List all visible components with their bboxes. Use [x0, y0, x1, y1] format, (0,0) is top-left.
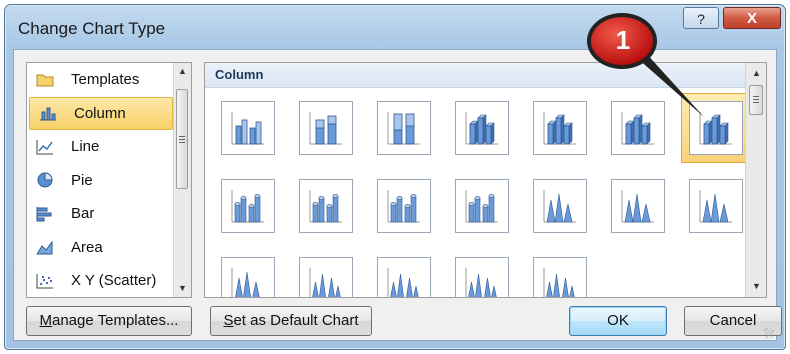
- category-scrollbar[interactable]: ▲ ▼: [173, 63, 191, 297]
- chart-subtype-clustered-column[interactable]: [213, 93, 283, 163]
- folder-icon: [35, 72, 55, 88]
- chart-category-list[interactable]: Templates Column Line Pie Bar Area X Y (Scatte…: [26, 62, 192, 298]
- 100-stacked-pyramid-icon: [455, 257, 509, 297]
- category-label: X Y (Scatter): [71, 272, 157, 290]
- change-chart-type-dialog: Change Chart Type ? X Templates Column Lin…: [4, 4, 786, 350]
- chart-subtype-stacked-cone[interactable]: [603, 171, 673, 241]
- 3d-cylinder-icon: [455, 179, 509, 233]
- scroll-down-arrow-icon[interactable]: ▼: [174, 280, 191, 297]
- clustered-column-icon: [221, 101, 275, 155]
- category-label: Bar: [71, 205, 95, 223]
- help-button[interactable]: ?: [683, 7, 719, 29]
- 3d-pyramid-icon: [533, 257, 587, 297]
- line-chart-icon: [35, 139, 55, 155]
- clustered-cone-icon: [533, 179, 587, 233]
- ok-button[interactable]: OK: [569, 306, 667, 336]
- category-label: Templates: [71, 71, 140, 89]
- stacked-cone-icon: [611, 179, 665, 233]
- chart-subtype-3d-pyramid[interactable]: [525, 249, 595, 297]
- area-chart-icon: [35, 239, 55, 255]
- chart-subtype-clustered-pyramid[interactable]: [291, 249, 361, 297]
- category-item-column[interactable]: Column: [29, 96, 173, 130]
- chart-subtype-100-stacked-column[interactable]: [369, 93, 439, 163]
- category-label: Column: [74, 104, 126, 122]
- title-bar: Change Chart Type ? X: [5, 5, 785, 49]
- gallery-scroll-up-icon[interactable]: ▲: [748, 65, 765, 82]
- resize-grip-icon[interactable]: [764, 328, 774, 338]
- chart-subtype-stacked-pyramid[interactable]: [369, 249, 439, 297]
- 100-stacked-column-icon: [377, 101, 431, 155]
- callout-number: 1: [615, 25, 631, 55]
- stacked-column-icon: [299, 101, 353, 155]
- category-item-pie[interactable]: Pie: [27, 164, 175, 198]
- 100-stacked-cone-icon: [689, 179, 743, 233]
- chart-subtype-stacked-cylinder[interactable]: [291, 171, 361, 241]
- stacked-cylinder-icon: [299, 179, 353, 233]
- chart-subtype-3d-100-stacked-column[interactable]: [603, 93, 673, 163]
- bar-chart-icon: [35, 206, 55, 222]
- close-button[interactable]: X: [723, 7, 781, 29]
- column-chart-icon: [38, 105, 58, 121]
- 100-stacked-cylinder-icon: [377, 179, 431, 233]
- chart-subtype-100-stacked-cone[interactable]: [681, 171, 751, 241]
- chart-subtype-clustered-cylinder[interactable]: [213, 171, 283, 241]
- category-item-x-y-scatter[interactable]: X Y (Scatter): [27, 264, 175, 297]
- gallery-scroll-down-icon[interactable]: ▼: [748, 278, 765, 295]
- chart-subtype-100-stacked-pyramid[interactable]: [447, 249, 517, 297]
- category-label: Pie: [71, 171, 93, 189]
- scatter-chart-icon: [35, 273, 55, 289]
- 3d-clustered-column-icon: [455, 101, 509, 155]
- stacked-pyramid-icon: [377, 257, 431, 297]
- dialog-body: Templates Column Line Pie Bar Area X Y (Scatte…: [13, 49, 782, 341]
- chart-subtype-3d-clustered-column[interactable]: [447, 93, 517, 163]
- 3d-cone-icon: [221, 257, 275, 297]
- scrollbar-thumb[interactable]: [176, 89, 188, 189]
- chart-subtype-stacked-column[interactable]: [291, 93, 361, 163]
- 3d-100-stacked-column-icon: [611, 101, 665, 155]
- category-items: Templates Column Line Pie Bar Area X Y (Scatte…: [27, 63, 175, 297]
- category-item-templates[interactable]: Templates: [27, 63, 175, 97]
- chart-subtype-3d-cylinder[interactable]: [447, 171, 517, 241]
- clustered-pyramid-icon: [299, 257, 353, 297]
- manage-templates-button[interactable]: Manage Templates...: [26, 306, 192, 336]
- gallery-group-title: Column: [215, 67, 264, 82]
- pie-chart-icon: [35, 172, 55, 188]
- chart-subtype-100-stacked-cylinder[interactable]: [369, 171, 439, 241]
- category-item-line[interactable]: Line: [27, 130, 175, 164]
- scroll-up-arrow-icon[interactable]: ▲: [174, 63, 191, 80]
- dialog-title: Change Chart Type: [18, 19, 166, 38]
- gallery-scrollbar[interactable]: ▲ ▼: [745, 63, 766, 297]
- chart-subtype-3d-cone[interactable]: [213, 249, 283, 297]
- category-label: Area: [71, 238, 103, 256]
- clustered-cylinder-icon: [221, 179, 275, 233]
- 3d-column-icon: [689, 101, 743, 155]
- gallery-scroll-thumb[interactable]: [749, 85, 763, 115]
- category-item-area[interactable]: Area: [27, 231, 175, 265]
- chart-subtype-3d-stacked-column[interactable]: [525, 93, 595, 163]
- category-item-bar[interactable]: Bar: [27, 197, 175, 231]
- category-label: Line: [71, 138, 100, 156]
- 3d-stacked-column-icon: [533, 101, 587, 155]
- set-default-chart-button[interactable]: Set as Default Chart: [210, 306, 372, 336]
- chart-subtype-clustered-cone[interactable]: [525, 171, 595, 241]
